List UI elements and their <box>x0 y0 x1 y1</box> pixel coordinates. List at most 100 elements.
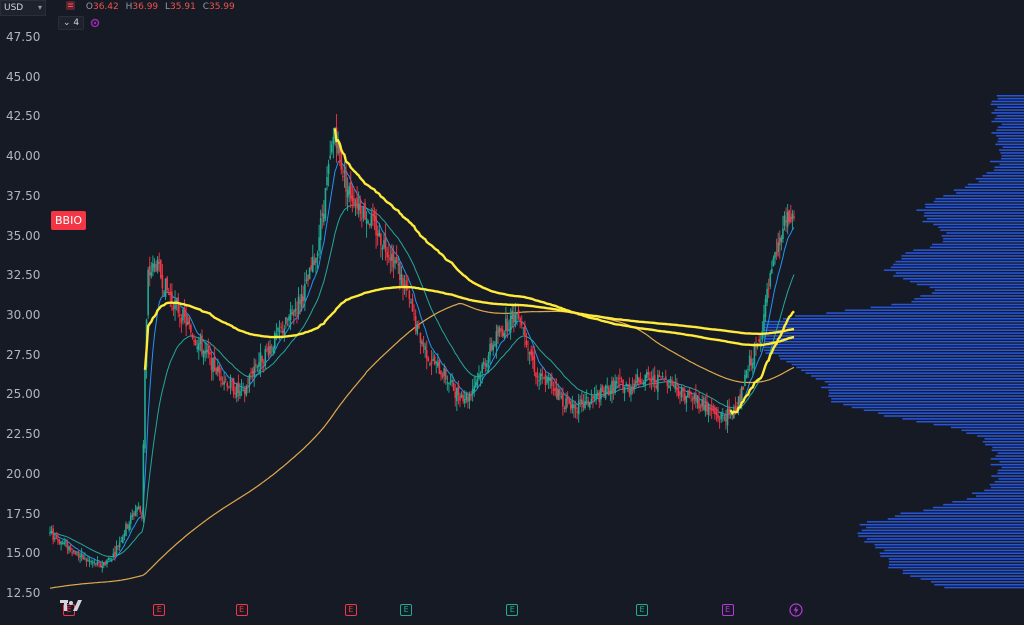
candle-body <box>718 419 721 421</box>
candle-body <box>628 383 631 394</box>
candle-body <box>226 383 229 388</box>
candle-body <box>425 350 428 359</box>
candle-body <box>281 330 284 333</box>
volume-profile-bar <box>826 312 1024 314</box>
candle-body <box>248 374 251 384</box>
ohlc-high-value: 36.99 <box>132 2 159 12</box>
candle-body <box>495 331 498 348</box>
candle-body <box>307 274 309 281</box>
candle-body <box>270 347 273 349</box>
volume-profile-bar <box>927 217 1024 220</box>
volume-profile-bar <box>982 175 1024 177</box>
price-axis-tick: 47.50 <box>6 30 41 44</box>
candle-body <box>633 383 635 390</box>
earnings-icon[interactable]: E <box>153 604 166 616</box>
candle-body <box>788 210 791 222</box>
earnings-icon[interactable]: E <box>344 604 357 616</box>
candle-body <box>353 198 355 207</box>
candle-body <box>487 355 490 363</box>
candle-body <box>57 539 59 541</box>
earnings-icon[interactable]: E <box>636 604 649 616</box>
candle-body <box>661 376 664 378</box>
candle-body <box>253 366 256 378</box>
candle-body <box>707 404 710 415</box>
earnings-icon[interactable]: E <box>721 604 734 616</box>
candle-body <box>720 412 722 419</box>
candle-body <box>96 561 99 564</box>
candle-body <box>77 552 80 557</box>
volume-profile-bar <box>828 389 1024 392</box>
candle-body <box>577 401 580 415</box>
candle-body <box>80 553 83 557</box>
price-axis-tick: 32.50 <box>6 268 41 283</box>
volume-profile-bar <box>764 320 1024 323</box>
candle-body <box>725 413 727 422</box>
candle-body <box>243 389 246 394</box>
currency-select[interactable]: USD ▾ <box>0 0 46 16</box>
candle-body <box>291 312 293 314</box>
volume-profile-bar <box>933 423 1024 426</box>
candle-body <box>463 399 466 404</box>
volume-profile-bar <box>975 177 1024 180</box>
price-axis-tick: 15.00 <box>6 546 41 561</box>
candle-body <box>489 343 491 356</box>
volume-profile-bar <box>990 463 1024 466</box>
volume-profile-bar <box>994 481 1024 483</box>
candle-body <box>636 374 639 383</box>
collapse-indicators-button[interactable]: ⌄ 4 <box>58 16 85 30</box>
candle-body <box>354 202 357 204</box>
candle-body <box>793 215 795 218</box>
earnings-icon[interactable]: E <box>506 604 519 616</box>
volume-profile-bar <box>992 446 1024 449</box>
candle-body <box>498 328 501 333</box>
candle-body <box>438 359 441 374</box>
candle-body <box>509 315 512 333</box>
price-chart[interactable] <box>0 0 1024 625</box>
candle-body <box>239 390 241 397</box>
candle-body <box>669 379 672 382</box>
candle-body <box>299 299 301 304</box>
candle-body <box>87 559 89 561</box>
earnings-icon[interactable]: E <box>400 604 413 616</box>
candle-body <box>486 362 488 368</box>
volume-profile-bar <box>828 383 1024 386</box>
volume-profile-bar <box>994 166 1024 168</box>
volume-profile-bar <box>977 435 1024 437</box>
volume-profile-bar <box>916 420 1024 423</box>
candle-body <box>772 258 775 267</box>
earnings-icon[interactable]: E <box>235 604 248 616</box>
indicator-settings-icon[interactable] <box>90 18 100 28</box>
candle-body <box>286 319 289 321</box>
lightning-icon[interactable] <box>789 603 803 617</box>
candle-body <box>361 217 363 219</box>
volume-profile-bar <box>990 103 1024 106</box>
candle-body <box>623 386 626 394</box>
candle-body <box>702 397 705 410</box>
menu-icon[interactable] <box>66 1 75 10</box>
candle-body <box>346 190 349 198</box>
candle-body <box>468 394 471 401</box>
candle-body <box>685 396 688 404</box>
candle-body <box>289 309 292 321</box>
volume-profile-bar <box>1001 466 1024 469</box>
candle-body <box>386 251 388 258</box>
candle-body <box>185 313 187 327</box>
candle-body <box>606 386 609 388</box>
volume-profile-bar <box>765 352 1024 354</box>
candle-body <box>506 321 509 332</box>
candle-body <box>524 324 526 337</box>
candle-body <box>144 369 146 449</box>
candle-body <box>193 340 195 342</box>
candle-body <box>357 203 360 211</box>
candle-body <box>373 210 376 221</box>
candle-body <box>114 551 116 556</box>
candle-body <box>107 557 110 561</box>
candle-body <box>191 334 194 339</box>
candle-body <box>400 274 403 285</box>
candle-body <box>210 358 213 371</box>
candle-body <box>182 309 184 321</box>
candle-body <box>600 388 602 400</box>
candle-body <box>231 380 233 382</box>
anchored-vwap-line <box>143 285 795 370</box>
candle-body <box>490 342 493 351</box>
